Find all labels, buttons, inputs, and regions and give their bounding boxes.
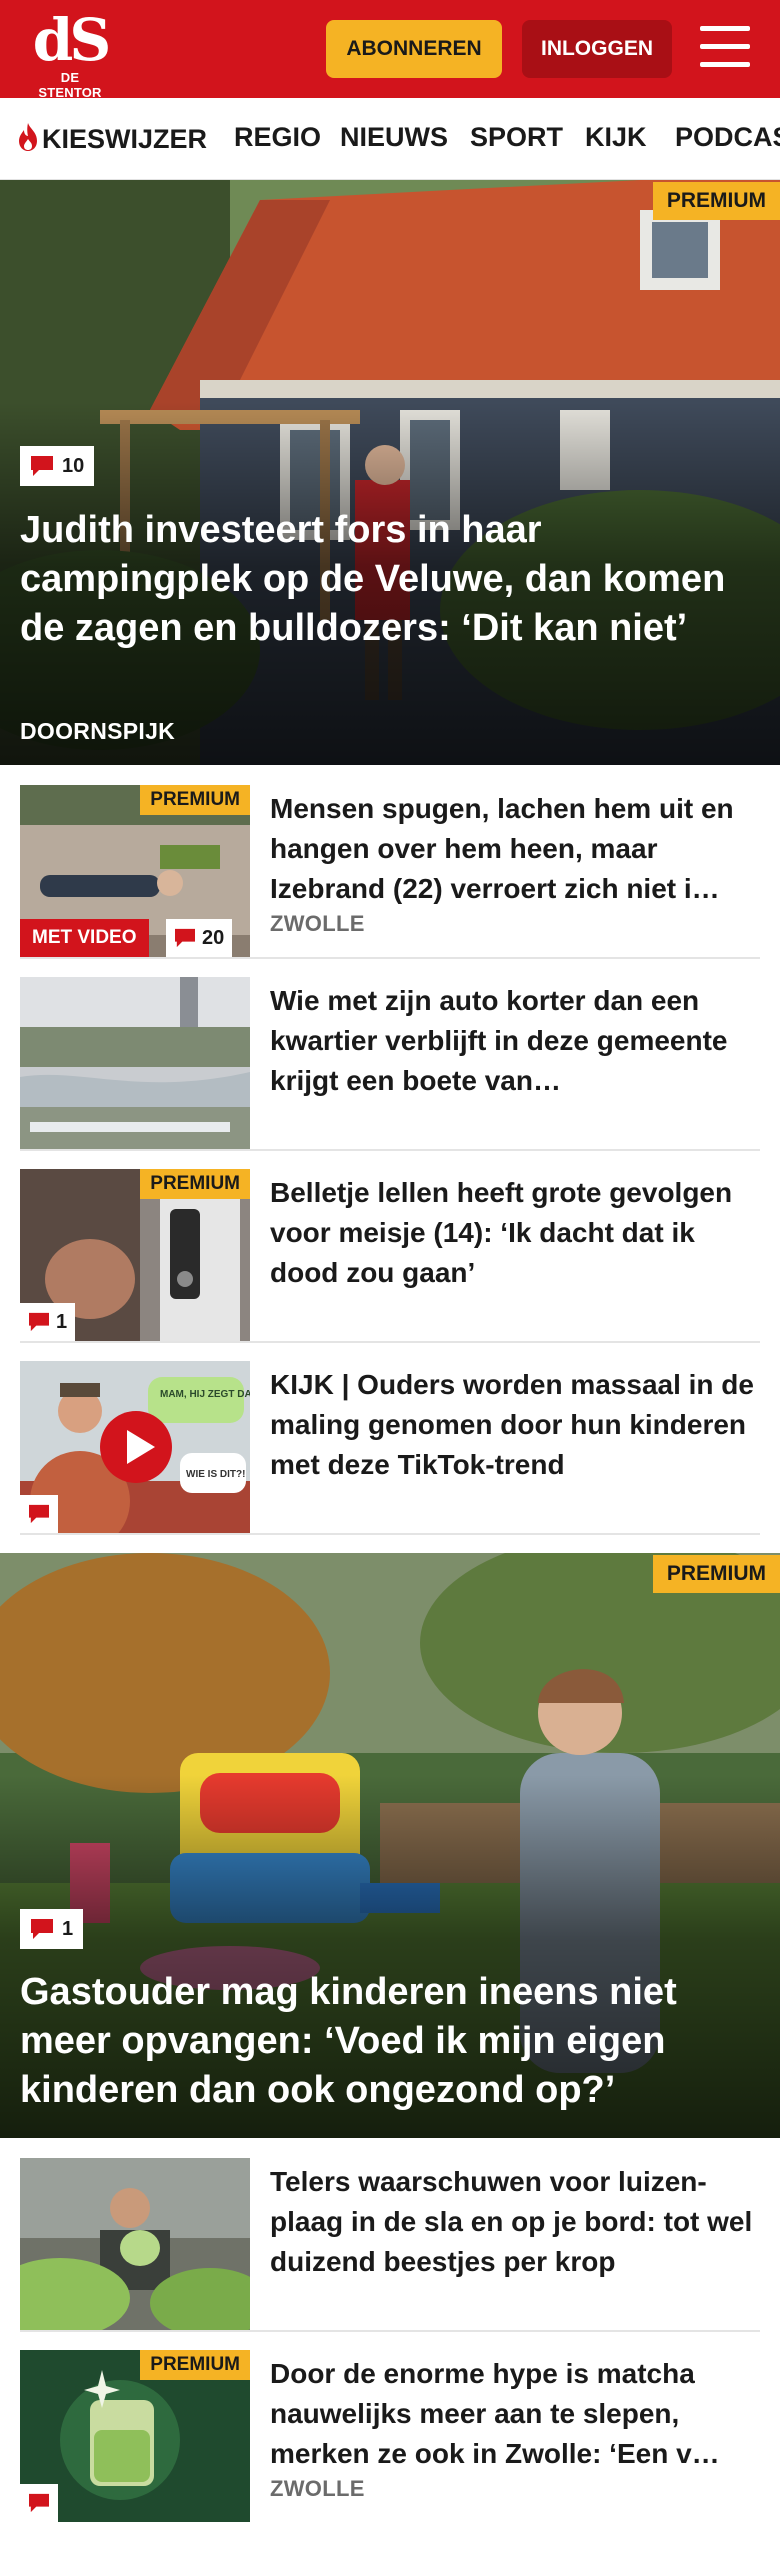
top-bar: dS DE STENTOR ABONNEREN INLOGGEN [0,0,780,100]
logo-text: DE STENTOR [38,70,102,100]
comment-count[interactable] [20,2484,58,2522]
comment-count[interactable]: 1 [20,1303,76,1341]
article-thumbnail: PREMIUM [20,2350,250,2522]
login-button[interactable]: INLOGGEN [522,20,672,78]
article-title[interactable]: Telers waarschuwen voor luizen­plaag in … [270,2162,760,2282]
article-title[interactable]: KIJK | Ouders worden massaal in de malin… [270,1365,760,1485]
list-item[interactable]: PREMIUM 1 Belletje lellen heeft grote ge… [20,1169,760,1343]
nav-item-podcast[interactable]: PODCAS [675,122,780,153]
article-title[interactable]: Door de enorme hype is matcha nauwelijks… [270,2354,760,2474]
hero-article[interactable]: PREMIUM 10 Judith investeert fors in haa… [0,180,780,765]
article-thumbnail: PREMIUM 1 [20,1169,250,1341]
article-title[interactable]: Wie met zijn auto korter dan een kwartie… [270,981,760,1101]
list-item[interactable]: PREMIUM MET VIDEO 20 Mensen spugen, lach… [20,785,760,959]
article-location: DOORNSPIJK [20,718,176,744]
article-thumbnail: PREMIUM MET VIDEO 20 [20,785,250,957]
premium-badge: PREMIUM [140,2350,250,2380]
nav-item-sport[interactable]: SPORT [470,122,563,153]
hero-article[interactable]: PREMIUM 1 Gastouder mag kinderen ineens … [0,1553,780,2138]
nav-item-nieuws[interactable]: NIEUWS [340,122,448,153]
comment-count-value: 20 [202,926,225,949]
play-icon[interactable] [100,1411,172,1483]
comment-count[interactable] [20,1495,58,1533]
list-item[interactable]: MAM, HIJ ZEGT DAT HIJ JE KENT? WIE IS DI… [20,1361,760,1535]
comment-count-value: 10 [62,454,85,477]
article-location: ZWOLLE [270,2476,365,2501]
list-item[interactable]: Telers waarschuwen voor luizen­plaag in … [20,2158,760,2332]
comment-icon [29,1504,49,1524]
article-thumbnail [20,977,250,1149]
article-thumbnail [20,2158,250,2330]
article-thumbnail: MAM, HIJ ZEGT DAT HIJ JE KENT? WIE IS DI… [20,1361,250,1533]
thumbnail-text: WIE IS DIT?! [186,1469,245,1480]
nav-item-regio[interactable]: REGIO [234,122,321,153]
comment-icon [29,2493,49,2513]
comment-icon [31,456,53,476]
comment-count-value: 1 [62,1917,74,1940]
video-badge: MET VIDEO [20,919,149,957]
nav-item-kieswijzer[interactable]: KIESWIJZER [16,122,207,155]
comment-count[interactable]: 20 [166,919,233,957]
flame-icon [19,123,37,151]
article-title[interactable]: Mensen spugen, lachen hem uit en hangen … [270,789,760,909]
article-location: ZWOLLE [270,911,365,936]
premium-badge: PREMIUM [652,182,780,220]
premium-badge: PREMIUM [140,1169,250,1199]
premium-badge: PREMIUM [140,785,250,815]
hero-title[interactable]: Judith investeert fors in haar campingpl… [20,506,740,653]
site-logo[interactable]: dS DE STENTOR [30,6,111,100]
hamburger-icon[interactable] [700,26,752,70]
logo-mark: dS [32,6,111,74]
comment-count[interactable]: 1 [20,1909,84,1949]
section-nav: KIESWIJZER REGIO NIEUWS SPORT KIJK PODCA… [0,98,780,180]
thumbnail-text: MAM, HIJ ZEGT DAT HIJ JE KENT? [160,1389,250,1400]
comment-count[interactable]: 10 [20,446,95,486]
premium-badge: PREMIUM [652,1555,780,1593]
comment-icon [31,1919,53,1939]
comment-icon [175,928,195,948]
comment-icon [29,1312,49,1332]
hero-title[interactable]: Gastouder mag kinderen ineens niet meer … [20,1968,740,2115]
nav-item-kijk[interactable]: KIJK [585,122,647,153]
list-item[interactable]: Wie met zijn auto korter dan een kwartie… [20,977,760,1151]
subscribe-button[interactable]: ABONNEREN [326,20,502,78]
article-title[interactable]: Belletje lellen heeft grote gevolgen voo… [270,1173,760,1293]
comment-count-value: 1 [56,1310,68,1333]
list-item[interactable]: PREMIUM Door de enorme hype is matcha na… [20,2350,760,2524]
nav-label: KIESWIJZER [42,124,208,154]
